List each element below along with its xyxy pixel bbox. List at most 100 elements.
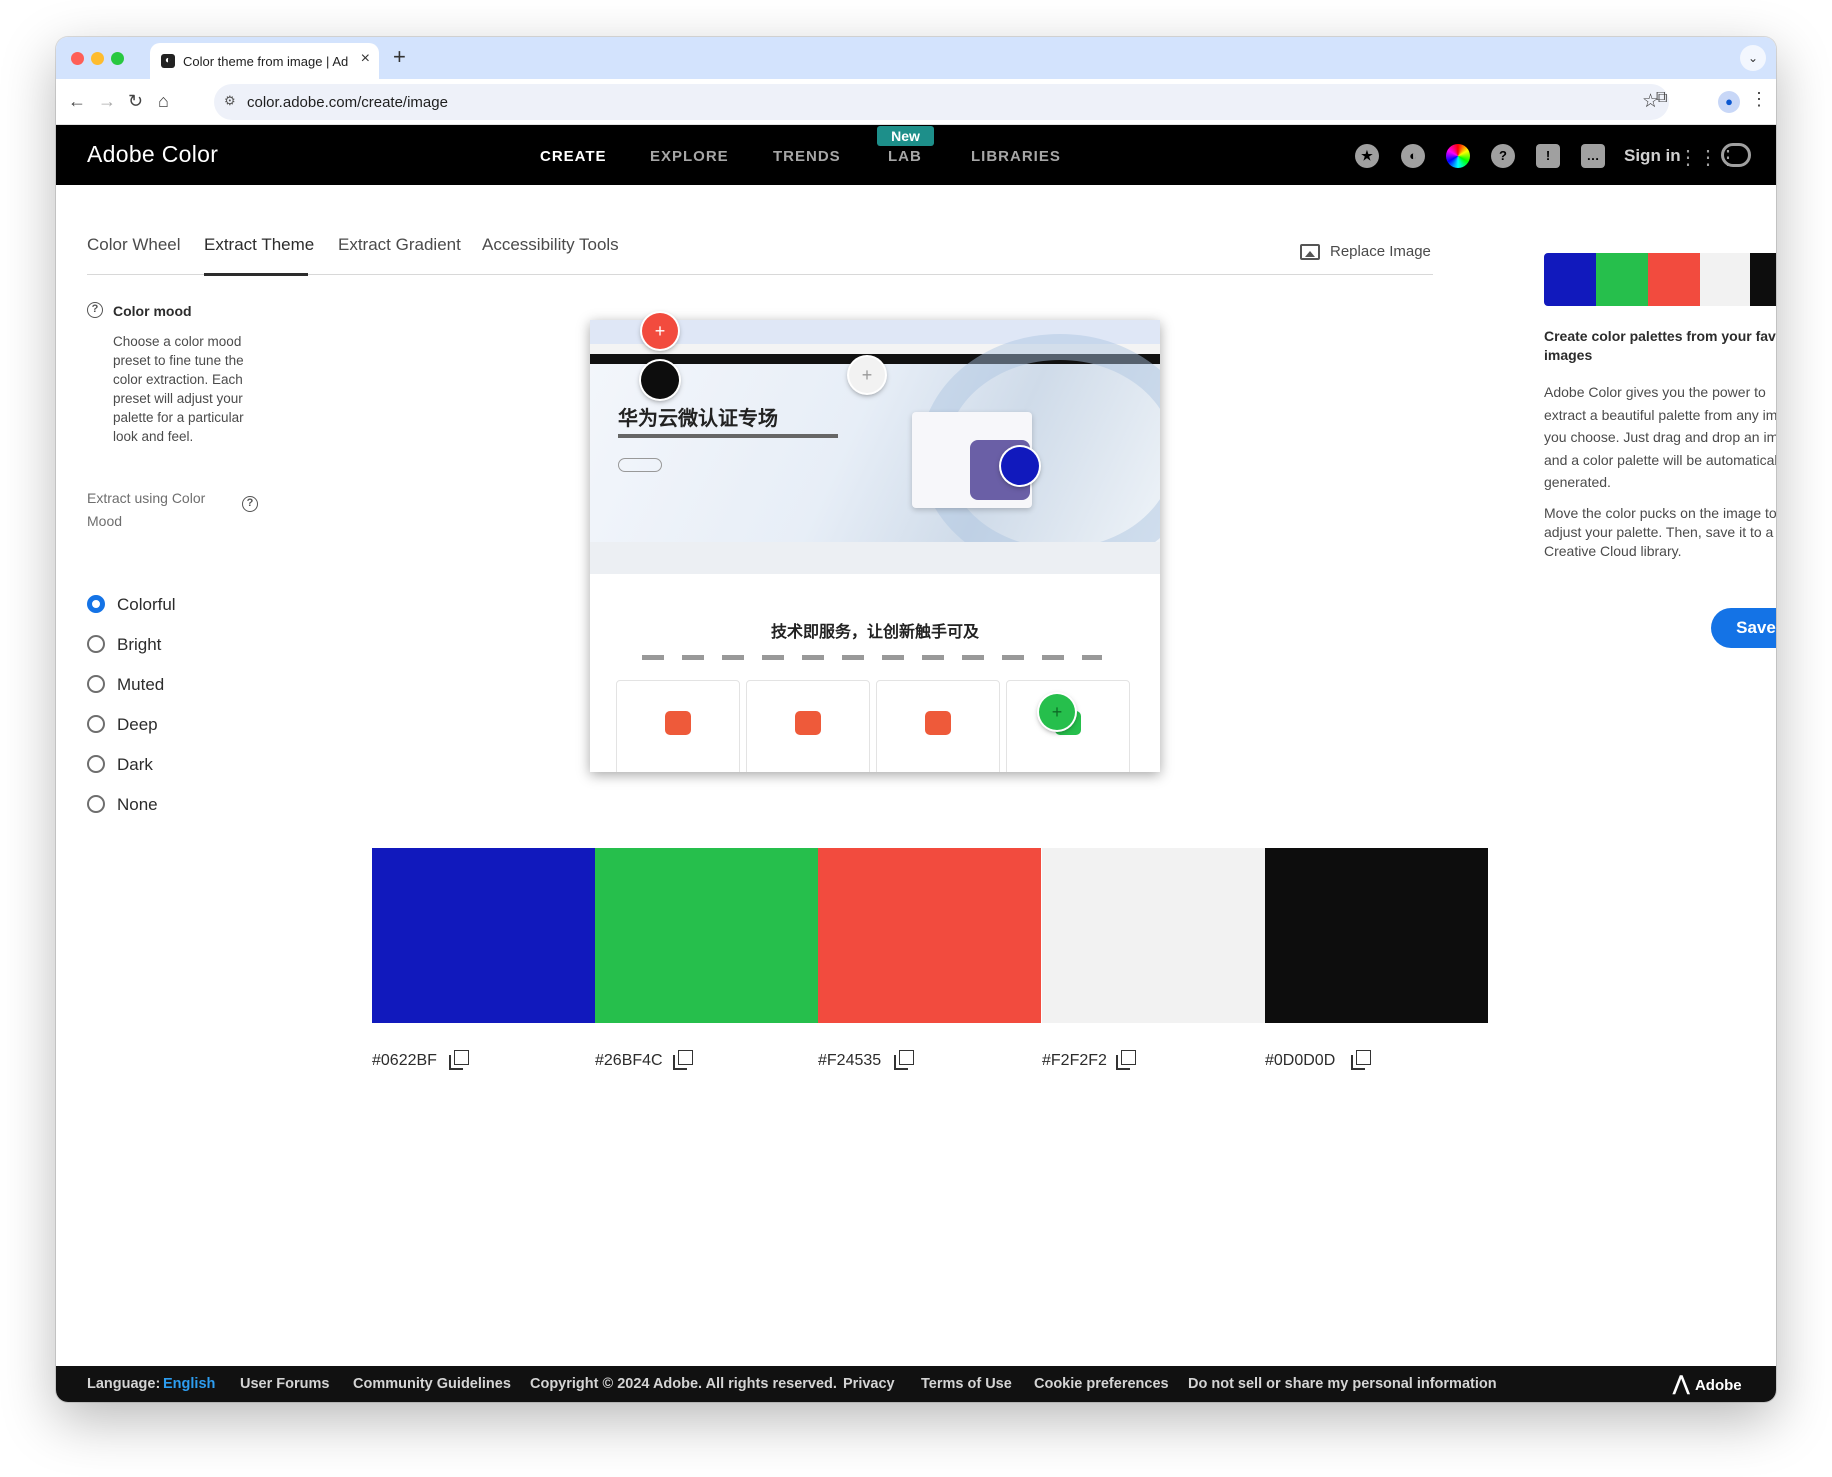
color-mood-title: Color mood xyxy=(113,303,192,319)
hex-value-4: #F2F2F2 xyxy=(1042,1052,1107,1069)
radio-label: Colorful xyxy=(117,595,176,614)
brand-logo[interactable]: Adobe Color xyxy=(87,141,218,168)
copy-icon[interactable] xyxy=(449,1050,469,1070)
save-button[interactable]: Save xyxy=(1711,608,1776,648)
footer-cookie-preferences[interactable]: Cookie preferences xyxy=(1034,1376,1169,1392)
language-link[interactable]: English xyxy=(163,1376,215,1392)
radio-colorful[interactable]: Colorful xyxy=(87,592,297,618)
browser-toolbar: ← → ↻ ⌂ ⚙ color.adobe.com/create/image ☆ xyxy=(56,79,1776,125)
home-icon[interactable]: ⌂ xyxy=(158,89,169,113)
browser-menu-icon[interactable]: ⋮ xyxy=(1750,89,1768,110)
extract-using-label: Extract using Color Mood xyxy=(87,490,206,529)
chat-icon[interactable]: … xyxy=(1581,144,1605,168)
radio-dot[interactable] xyxy=(87,755,105,773)
radio-deep[interactable]: Deep xyxy=(87,712,297,738)
mini-swatch xyxy=(1700,253,1752,306)
forward-icon[interactable]: → xyxy=(98,89,116,113)
swatch-5[interactable] xyxy=(1265,848,1488,1023)
color-wheel-icon[interactable] xyxy=(1446,144,1470,168)
extract-help-icon[interactable]: ? xyxy=(242,496,258,512)
nav-trends[interactable]: TRENDS xyxy=(773,148,841,165)
new-tab-icon[interactable]: + xyxy=(393,46,406,68)
adobe-color-favicon-icon: ◐ xyxy=(161,54,175,68)
footer-community-guidelines[interactable]: Community Guidelines xyxy=(353,1376,511,1392)
nav-lab[interactable]: LAB xyxy=(888,148,922,165)
help-icon[interactable]: ? xyxy=(1491,144,1515,168)
swatch-2[interactable] xyxy=(595,848,818,1023)
radio-dark[interactable]: Dark xyxy=(87,752,297,778)
radio-label: Muted xyxy=(117,675,165,694)
url-text: color.adobe.com/create/image xyxy=(247,94,448,111)
swatch-3[interactable] xyxy=(818,848,1041,1023)
copy-icon[interactable] xyxy=(1351,1050,1371,1070)
reload-icon[interactable]: ↻ xyxy=(128,89,143,113)
creative-cloud-icon[interactable] xyxy=(1721,143,1751,167)
copy-icon[interactable] xyxy=(673,1050,693,1070)
tab-title: Color theme from image | Adobe Color xyxy=(183,54,348,69)
profile-avatar-icon[interactable]: ● xyxy=(1718,91,1740,113)
color-mood-help-icon[interactable]: ? xyxy=(87,302,103,318)
tab-search-chevron-icon[interactable]: ⌄ xyxy=(1740,45,1766,71)
copy-icon[interactable] xyxy=(1116,1050,1136,1070)
address-bar[interactable]: ⚙ color.adobe.com/create/image ☆ xyxy=(214,84,1669,120)
adobe-color-header: Adobe Color CREATE EXPLORE TRENDS LAB Ne… xyxy=(56,125,1776,185)
adobe-logo[interactable]: ⋀ Adobe xyxy=(1673,1371,1742,1396)
tab-extract-gradient[interactable]: Extract Gradient xyxy=(338,235,461,255)
image-hero-subtitle xyxy=(618,434,838,438)
radio-none[interactable]: None xyxy=(87,792,297,818)
browser-tab[interactable]: ◐ Color theme from image | Adobe Color × xyxy=(150,43,379,79)
close-window-button[interactable] xyxy=(71,52,84,65)
tab-color-wheel[interactable]: Color Wheel xyxy=(87,235,181,255)
radio-muted[interactable]: Muted xyxy=(87,672,297,698)
radio-dot[interactable] xyxy=(87,675,105,693)
nav-libraries[interactable]: LIBRARIES xyxy=(971,148,1061,165)
sign-in-link[interactable]: Sign in xyxy=(1624,146,1681,166)
active-tab-indicator xyxy=(204,273,308,276)
feedback-icon[interactable]: ! xyxy=(1536,144,1560,168)
dark-mode-icon[interactable]: ◐ xyxy=(1401,144,1425,168)
tab-extract-theme[interactable]: Extract Theme xyxy=(204,235,314,255)
swatch-1[interactable] xyxy=(372,848,595,1023)
extensions-icon[interactable]: ⧉ xyxy=(1656,89,1667,107)
copy-icon[interactable] xyxy=(894,1050,914,1070)
footer-terms[interactable]: Terms of Use xyxy=(921,1376,1012,1392)
radio-dot[interactable] xyxy=(87,715,105,733)
nav-create[interactable]: CREATE xyxy=(540,148,607,165)
radio-dot[interactable] xyxy=(87,635,105,653)
color-puck-blue[interactable] xyxy=(1001,447,1039,485)
swatch-4[interactable] xyxy=(1042,848,1265,1023)
radio-dot[interactable] xyxy=(87,795,105,813)
color-mood-description: Choose a color mood preset to fine tune … xyxy=(113,334,244,444)
cloud-icon xyxy=(665,711,691,735)
footer-do-not-sell[interactable]: Do not sell or share my personal informa… xyxy=(1188,1376,1497,1392)
minimize-window-button[interactable] xyxy=(91,52,104,65)
adobe-logo-text: Adobe xyxy=(1694,1377,1742,1394)
info-title: Create color palettes from your favorite… xyxy=(1544,328,1776,363)
footer-user-forums[interactable]: User Forums xyxy=(240,1376,329,1392)
replace-image-button[interactable]: Replace Image xyxy=(1300,239,1440,265)
tab-accessibility-tools[interactable]: Accessibility Tools xyxy=(482,235,619,255)
cloud-icon xyxy=(925,711,951,735)
browser-window: ◐ Color theme from image | Adobe Color ×… xyxy=(56,37,1776,1402)
image-card xyxy=(616,680,740,772)
radio-bright[interactable]: Bright xyxy=(87,632,297,658)
radio-label: Dark xyxy=(117,755,153,774)
color-puck-red[interactable]: + xyxy=(642,313,678,349)
footer-privacy[interactable]: Privacy xyxy=(843,1376,895,1392)
favorites-star-icon[interactable]: ★ xyxy=(1355,144,1379,168)
nav-explore[interactable]: EXPLORE xyxy=(650,148,729,165)
color-puck-black[interactable] xyxy=(641,361,679,399)
color-puck-white[interactable]: + xyxy=(849,357,885,393)
maximize-window-button[interactable] xyxy=(111,52,124,65)
site-info-icon[interactable]: ⚙ xyxy=(224,93,236,109)
close-tab-icon[interactable]: × xyxy=(361,50,370,68)
mini-swatch xyxy=(1596,253,1648,306)
palette-swatches xyxy=(372,848,1488,1023)
image-icon xyxy=(1300,244,1320,260)
back-icon[interactable]: ← xyxy=(68,89,86,113)
replace-image-label: Replace Image xyxy=(1330,243,1431,260)
image-feature-strip xyxy=(590,542,1160,574)
radio-dot[interactable] xyxy=(87,595,105,613)
adobe-logo-icon: ⋀ xyxy=(1673,1373,1690,1395)
color-puck-green[interactable]: + xyxy=(1039,694,1075,730)
